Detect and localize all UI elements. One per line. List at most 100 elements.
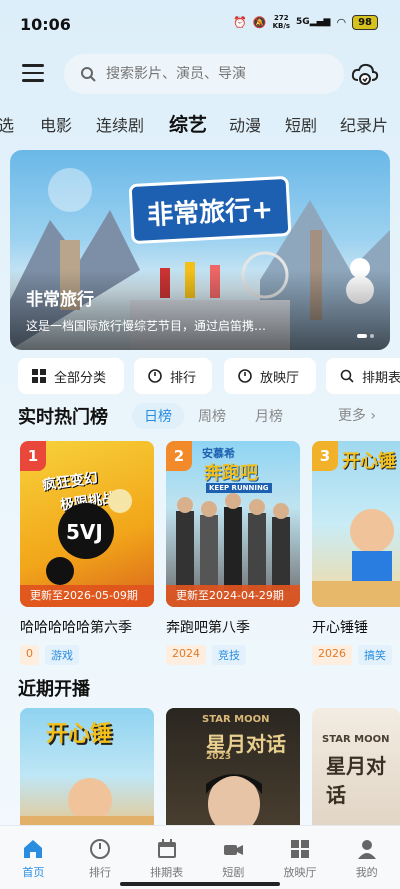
ranking-label: 排行 [170, 370, 197, 386]
nav-profile-label: 我的 [355, 866, 378, 879]
banner-overlay [10, 270, 390, 350]
hot-ranking-header: 实时热门榜 日榜 周榜 月榜 更多 › [18, 403, 400, 433]
nav-home[interactable]: 首页 [0, 826, 67, 889]
more-link[interactable]: 更多 › [338, 405, 376, 425]
tab-anime[interactable]: 动漫 [229, 112, 261, 136]
year-tag: 2026 [312, 645, 352, 665]
upcoming-item-poster[interactable]: STAR MOON 星月对话 2023 [166, 708, 300, 832]
ranking-icon [90, 839, 110, 859]
section-title-hot: 实时热门榜 [18, 407, 108, 428]
chevron-right-icon: › [370, 408, 376, 424]
schedule-label: 排期表 [362, 370, 400, 386]
alarm-icon: ⏰ [233, 15, 247, 29]
quick-actions: 全部分类 排行 放映厅 排期表 [18, 358, 400, 394]
nav-short-drama-label: 短剧 [222, 866, 245, 879]
circle-icon [238, 369, 252, 383]
poster-art [206, 774, 262, 832]
grid-icon [291, 840, 310, 858]
more-label: 更多 [337, 408, 366, 424]
genre-tag: 游戏 [45, 645, 79, 665]
poster-logo: 星月对话 [326, 754, 386, 807]
page-dot [370, 334, 374, 338]
hot-item-title: 奔跑吧第八季 [166, 620, 250, 636]
nav-short-drama[interactable]: 短剧 [200, 826, 267, 889]
upcoming-item-poster[interactable]: 开心锤 [20, 708, 154, 832]
speed-value: 272 [273, 14, 289, 22]
hot-item-poster: 2 安慕希 奔跑吧 KEEP RUNNING 更新至2024-04-29期 [166, 441, 300, 607]
nav-ranking[interactable]: 排行 [67, 826, 134, 889]
upcoming-header: 近期开播 [18, 675, 400, 705]
year-tag: 0 [20, 645, 39, 665]
user-icon [357, 840, 376, 859]
ranking-button[interactable]: 排行 [134, 358, 212, 394]
battery-indicator: 98 [352, 14, 378, 30]
all-categories-button[interactable]: 全部分类 [18, 358, 124, 394]
menu-button[interactable] [22, 64, 44, 84]
nav-ranking-label: 排行 [89, 866, 111, 879]
tab-series[interactable]: 连续剧 [96, 112, 144, 136]
hot-item-title: 开心锤锤 [312, 620, 368, 636]
svg-text:5VJ: 5VJ [66, 520, 103, 544]
poster-art [176, 493, 290, 591]
menu-icon [22, 64, 44, 67]
calendar-icon [157, 839, 176, 858]
category-tabs: 选 电影 连续剧 综艺 动漫 短剧 纪录片 [0, 112, 400, 140]
banner-description: 这是一档国际旅行慢综艺节目，通过启笛携… [26, 319, 267, 333]
banner-title: 非常旅行 [26, 290, 94, 310]
hot-item-card[interactable]: 1 疯狂变幻 极限挑战 5VJ 更新至2026-05-09期 哈哈哈哈哈第六季 … [20, 441, 154, 665]
tab-documentary[interactable]: 纪录片 [340, 112, 388, 136]
network-type: 5G [296, 17, 310, 27]
schedule-button[interactable]: 排期表 [326, 358, 400, 394]
page-dot-active [357, 334, 367, 338]
tab-featured[interactable]: 选 [0, 112, 14, 136]
cloud-sync-button[interactable] [350, 60, 380, 88]
nav-schedule-label: 排期表 [150, 866, 184, 879]
update-badge: 更新至2026-05-09期 [20, 585, 154, 607]
poster-art [312, 509, 400, 607]
nav-profile[interactable]: 我的 [333, 826, 400, 889]
search-icon [81, 67, 96, 82]
theater-button[interactable]: 放映厅 [224, 358, 316, 394]
search-input[interactable] [106, 66, 326, 82]
banner-pagination [357, 334, 374, 338]
hot-item-poster: 1 疯狂变幻 极限挑战 5VJ 更新至2026-05-09期 [20, 441, 154, 607]
nav-theater[interactable]: 放映厅 [267, 826, 334, 889]
tab-weekly[interactable]: 周榜 [186, 403, 238, 429]
hot-item-card[interactable]: 2 安慕希 奔跑吧 KEEP RUNNING 更新至2024-04-29期 奔跑… [166, 441, 300, 665]
circle-icon [148, 369, 162, 383]
nav-schedule[interactable]: 排期表 [133, 826, 200, 889]
poster-art [20, 778, 154, 832]
bottom-navigation: 首页 排行 排期表 短剧 放映厅 我的 [0, 825, 400, 889]
status-bar: 10:06 ⏰ 🔕 272 KB/s 5G▂▄▆ ◠ 98 [0, 0, 400, 48]
tab-variety[interactable]: 综艺 [169, 112, 207, 137]
genre-tag: 搞笑 [358, 645, 392, 665]
network-speed: 272 KB/s [273, 14, 290, 30]
tab-monthly[interactable]: 月榜 [243, 403, 295, 429]
featured-banner[interactable]: 非常旅行+ 非常旅行 这是一档国际旅行慢综艺节目，通过启笛携… [10, 150, 390, 350]
all-categories-label: 全部分类 [54, 370, 107, 386]
section-title-upcoming: 近期开播 [18, 679, 90, 700]
signal-icon: 5G▂▄▆ [296, 17, 331, 27]
tab-movies[interactable]: 电影 [40, 112, 72, 136]
grid-icon [32, 369, 46, 383]
hot-item-poster: 3 开心锤 [312, 441, 400, 607]
mute-icon: 🔕 [252, 15, 267, 29]
search-icon [340, 369, 354, 383]
tab-daily[interactable]: 日榜 [132, 403, 184, 429]
nav-home-label: 首页 [22, 866, 45, 879]
hot-item-card[interactable]: 3 开心锤 开心锤锤 2026 搞笑 [312, 441, 400, 665]
search-bar[interactable] [64, 54, 344, 94]
header [0, 52, 400, 96]
nav-theater-label: 放映厅 [283, 866, 317, 879]
tab-short-drama[interactable]: 短剧 [285, 112, 317, 136]
status-time: 10:06 [20, 14, 71, 34]
wifi-icon: ◠ [336, 15, 347, 29]
cloud-icon [351, 63, 379, 85]
hot-item-title: 哈哈哈哈哈第六季 [20, 620, 132, 636]
year-tag: 2024 [166, 645, 206, 665]
status-icons: ⏰ 🔕 272 KB/s 5G▂▄▆ ◠ 98 [233, 14, 378, 30]
theater-label: 放映厅 [260, 370, 300, 386]
upcoming-item-poster[interactable]: STAR MOON 星月对话 [312, 708, 400, 832]
home-indicator [120, 882, 280, 886]
video-icon [224, 845, 244, 855]
